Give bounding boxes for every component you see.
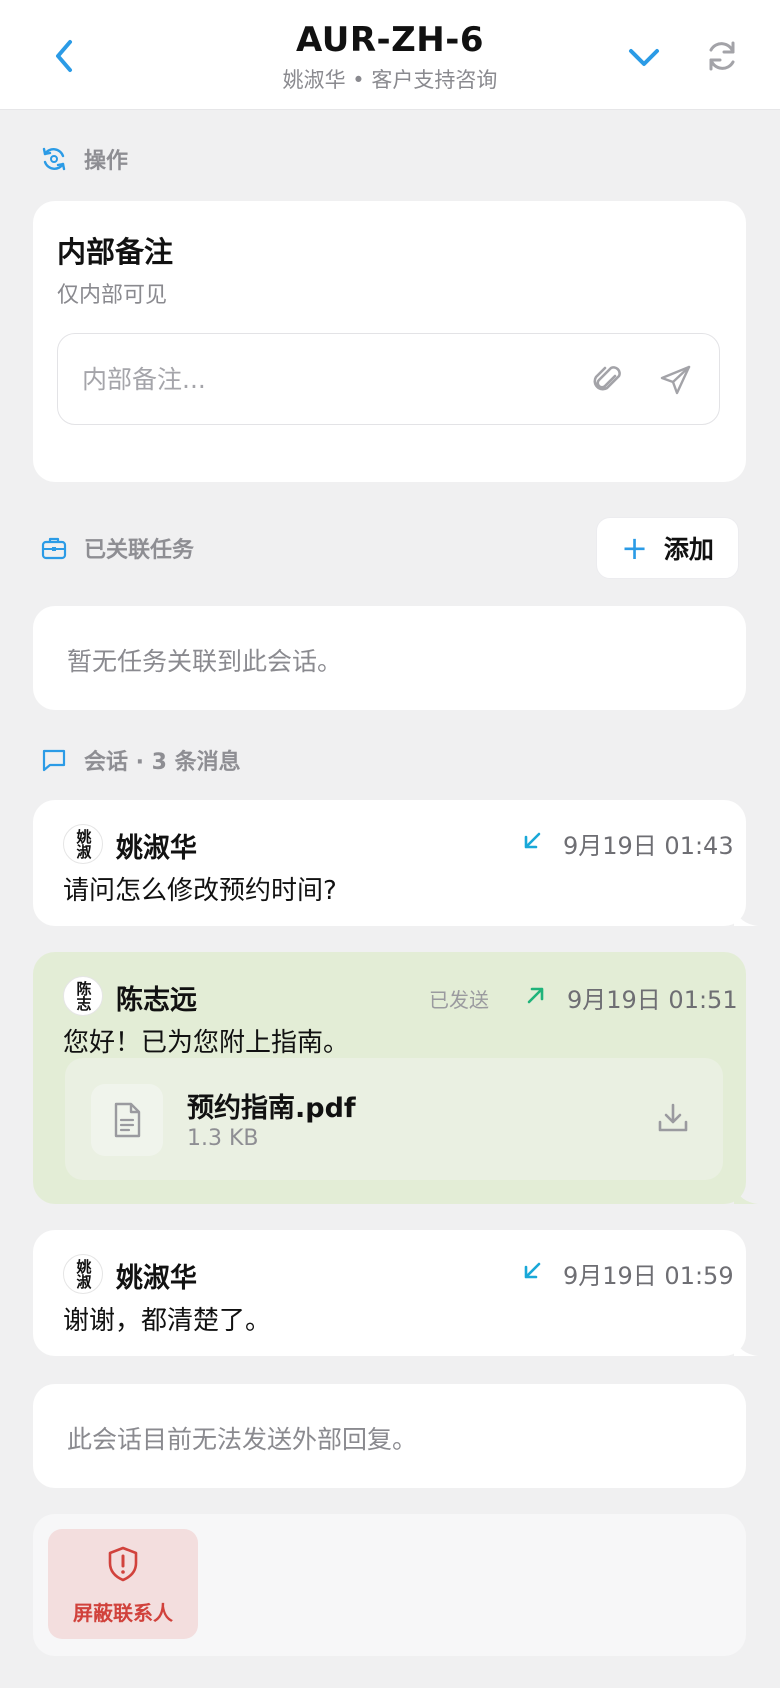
file-icon-box [91, 1084, 163, 1156]
paperclip-icon [593, 366, 621, 391]
avatar: 姚淑 [63, 824, 103, 864]
message-sender: 姚淑华 [116, 833, 197, 864]
message-time: 9月19日 01:59 [563, 1262, 734, 1290]
document-icon [114, 1102, 141, 1138]
bubble-tail [734, 908, 758, 926]
contact-actions-panel: 屏蔽联系人 [33, 1514, 746, 1656]
internal-note-card: 内部备注 仅内部可见 [33, 201, 746, 482]
message-sender: 陈志远 [116, 985, 197, 1016]
block-contact-label: 屏蔽联系人 [73, 1601, 173, 1625]
chevron-down-icon [629, 49, 659, 66]
message-item[interactable]: 姚淑 姚淑华 9月19日 01:43 请问怎么修改预约时间? [33, 800, 758, 926]
bubble-tail [734, 1186, 758, 1204]
conversation-section-label: 会话 · 3 条消息 [84, 750, 241, 775]
attach-button[interactable] [590, 362, 626, 398]
bubble-tail [734, 1338, 758, 1356]
internal-note-subtitle: 仅内部可见 [57, 283, 168, 308]
attachment-card[interactable]: 预约指南.pdf 1.3 KB [65, 1058, 723, 1180]
send-note-button[interactable] [658, 362, 694, 398]
message-item[interactable]: 姚淑 姚淑华 9月19日 01:59 谢谢，都清楚了。 [33, 1230, 758, 1356]
conversation-section-header: 会话 · 3 条消息 [40, 744, 241, 776]
actions-section-header: 操作 [40, 143, 128, 175]
internal-note-title: 内部备注 [57, 235, 174, 269]
message-sender: 姚淑华 [116, 1263, 197, 1294]
expand-button[interactable] [626, 40, 662, 76]
tasks-empty-text: 暂无任务关联到此会话。 [67, 647, 343, 676]
conversation-title: AUR-ZH-6 [295, 20, 485, 60]
tasks-section-label: 已关联任务 [84, 538, 195, 563]
refresh-icon [709, 41, 735, 71]
chat-bubble-icon [42, 749, 66, 772]
internal-note-input[interactable] [82, 356, 542, 402]
incoming-arrow-icon [524, 832, 541, 849]
conversation-subtitle: 姚淑华 • 客户支持咨询 [282, 68, 498, 92]
message-item[interactable]: 陈志 陈志远 已发送 9月19日 01:51 您好！已为您附上指南。 预约指南.… [33, 952, 758, 1204]
block-contact-button[interactable]: 屏蔽联系人 [48, 1529, 198, 1639]
actions-icon [42, 147, 66, 171]
reply-disabled-card: 此会话目前无法发送外部回复。 [33, 1384, 746, 1488]
actions-section-label: 操作 [84, 149, 129, 174]
message-time: 9月19日 01:43 [563, 832, 734, 860]
avatar: 姚淑 [63, 1254, 103, 1294]
outgoing-arrow-icon [527, 987, 544, 1004]
briefcase-icon [41, 537, 67, 560]
refresh-button[interactable] [704, 38, 740, 74]
message-text: 谢谢，都清楚了。 [63, 1306, 272, 1336]
top-bar: AUR-ZH-6 姚淑华 • 客户支持咨询 [0, 0, 780, 110]
plus-icon: + [621, 529, 648, 567]
tasks-empty-card: 暂无任务关联到此会话。 [33, 606, 746, 710]
message-time: 9月19日 01:51 [567, 986, 738, 1014]
tasks-section-header: 已关联任务 [40, 532, 194, 564]
download-icon [658, 1103, 688, 1132]
attachment-name: 预约指南.pdf [187, 1093, 356, 1124]
send-icon [660, 365, 691, 395]
internal-note-composer [57, 333, 720, 425]
avatar: 陈志 [63, 976, 103, 1016]
reply-disabled-text: 此会话目前无法发送外部回复。 [67, 1425, 418, 1454]
attachment-size: 1.3 KB [187, 1126, 259, 1151]
message-text: 请问怎么修改预约时间? [63, 876, 337, 906]
incoming-arrow-icon [524, 1262, 541, 1279]
shield-alert-icon [108, 1546, 138, 1582]
message-status: 已发送 [429, 988, 489, 1012]
add-task-label: 添加 [663, 535, 714, 564]
download-button[interactable] [655, 1100, 691, 1136]
message-text: 您好！已为您附上指南。 [63, 1028, 350, 1058]
add-task-button[interactable]: + 添加 [596, 517, 739, 579]
